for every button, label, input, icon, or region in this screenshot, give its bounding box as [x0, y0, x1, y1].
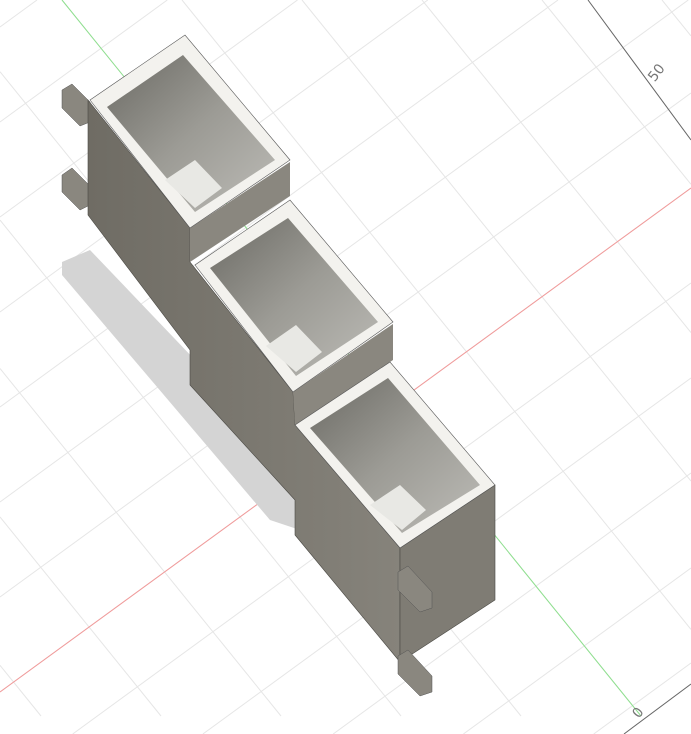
grid-line: [0, 0, 38, 28]
grid-line: [0, 516, 162, 717]
grid-boundary: [587, 0, 691, 141]
cad-3d-viewport[interactable]: 50 0: [0, 0, 691, 734]
grid-line: [0, 664, 42, 717]
grid-line: [593, 662, 691, 734]
mount-tab: [61, 83, 91, 127]
mount-tab: [61, 167, 91, 211]
mount-tab: [397, 649, 433, 697]
grid-line: [421, 0, 691, 333]
organizer-model[interactable]: [61, 34, 496, 697]
grid-line: [661, 0, 691, 37]
scene[interactable]: [0, 0, 691, 734]
grid-line: [541, 0, 691, 185]
